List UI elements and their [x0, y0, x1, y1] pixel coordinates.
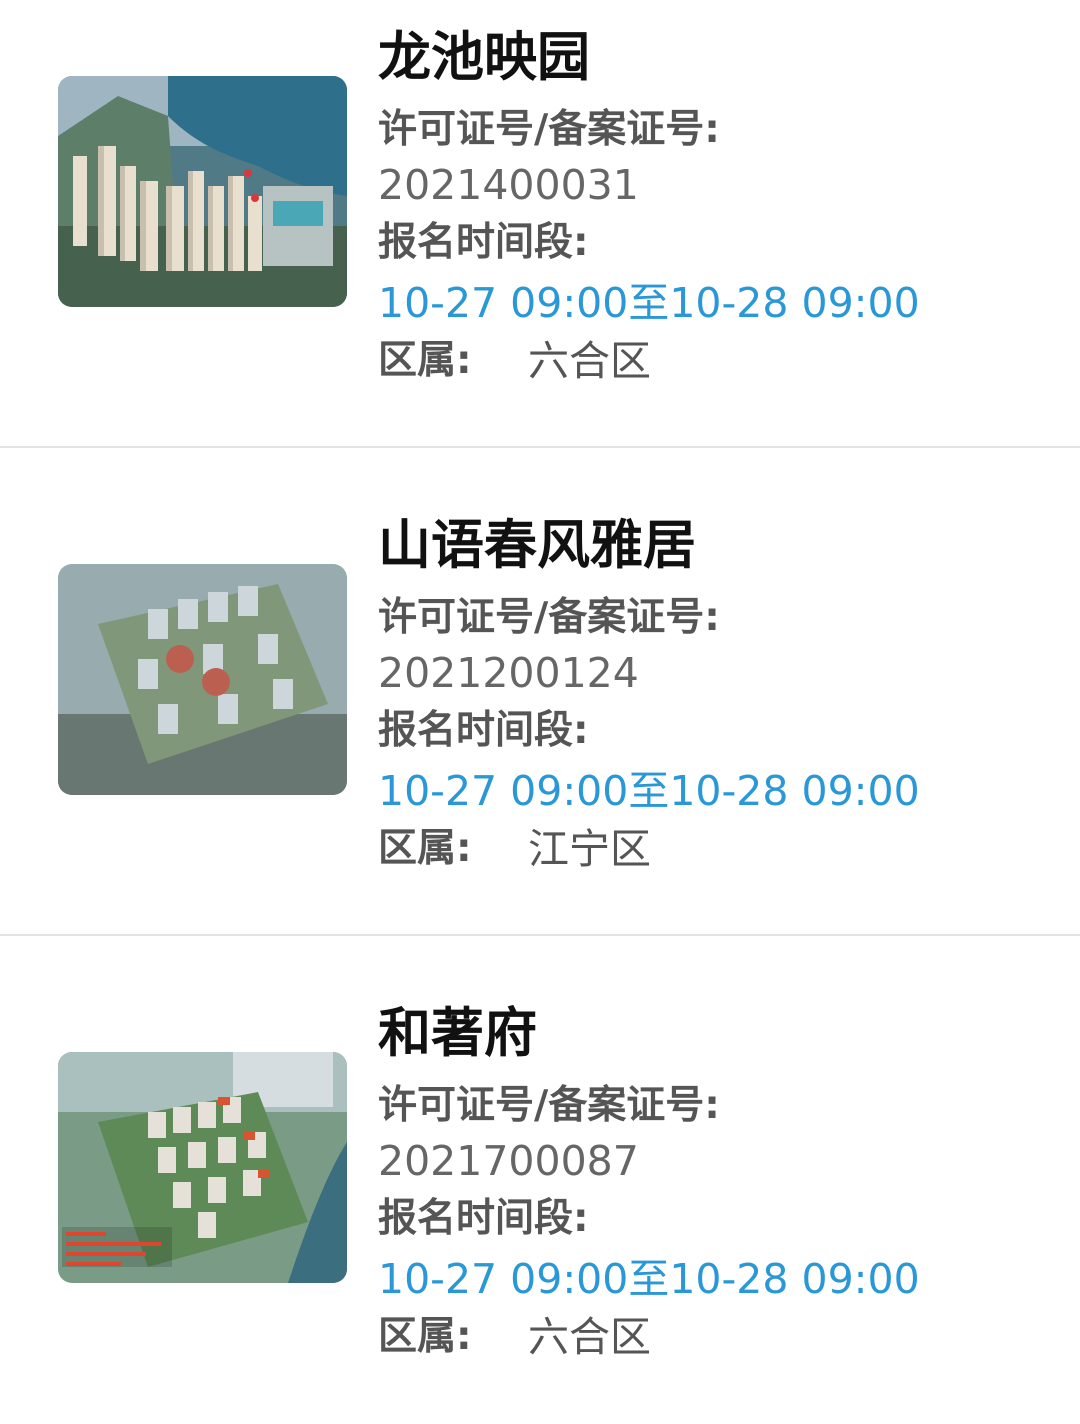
divider	[0, 934, 1080, 936]
district-value: 六合区	[528, 1313, 651, 1361]
license-label: 许可证号/备案证号:	[378, 595, 720, 640]
license-label: 许可证号/备案证号:	[378, 107, 720, 152]
aerial-image	[58, 76, 347, 307]
registration-period: 10-27 09:00至10-28 09:00	[378, 279, 920, 327]
district-label: 区属:	[378, 1314, 472, 1359]
license-label: 许可证号/备案证号:	[378, 1083, 720, 1128]
project-name: 龙池映园	[378, 27, 590, 88]
listing-card[interactable]: 和著府 许可证号/备案证号: 2021700087 报名时间段: 10-27 0…	[0, 976, 1080, 1424]
period-label: 报名时间段:	[378, 220, 589, 265]
district-label: 区属:	[378, 826, 472, 871]
listing-card[interactable]: 山语春风雅居 许可证号/备案证号: 2021200124 报名时间段: 10-2…	[0, 488, 1080, 936]
district-value: 六合区	[528, 337, 651, 385]
aerial-image	[58, 564, 347, 795]
aerial-image	[58, 1052, 347, 1283]
listing-thumbnail[interactable]	[58, 1052, 347, 1283]
registration-period: 10-27 09:00至10-28 09:00	[378, 767, 920, 815]
listing-thumbnail[interactable]	[58, 564, 347, 795]
listing-card[interactable]: 龙池映园 许可证号/备案证号: 2021400031 报名时间段: 10-27 …	[0, 0, 1080, 448]
license-number: 2021200124	[378, 649, 639, 697]
district-value: 江宁区	[528, 825, 651, 873]
period-label: 报名时间段:	[378, 708, 589, 753]
license-number: 2021400031	[378, 161, 639, 209]
project-name: 和著府	[378, 1003, 537, 1064]
district-label: 区属:	[378, 338, 472, 383]
license-number: 2021700087	[378, 1137, 639, 1185]
listing-thumbnail[interactable]	[58, 76, 347, 307]
period-label: 报名时间段:	[378, 1196, 589, 1241]
divider	[0, 446, 1080, 448]
project-name: 山语春风雅居	[378, 515, 696, 576]
registration-period: 10-27 09:00至10-28 09:00	[378, 1255, 920, 1303]
